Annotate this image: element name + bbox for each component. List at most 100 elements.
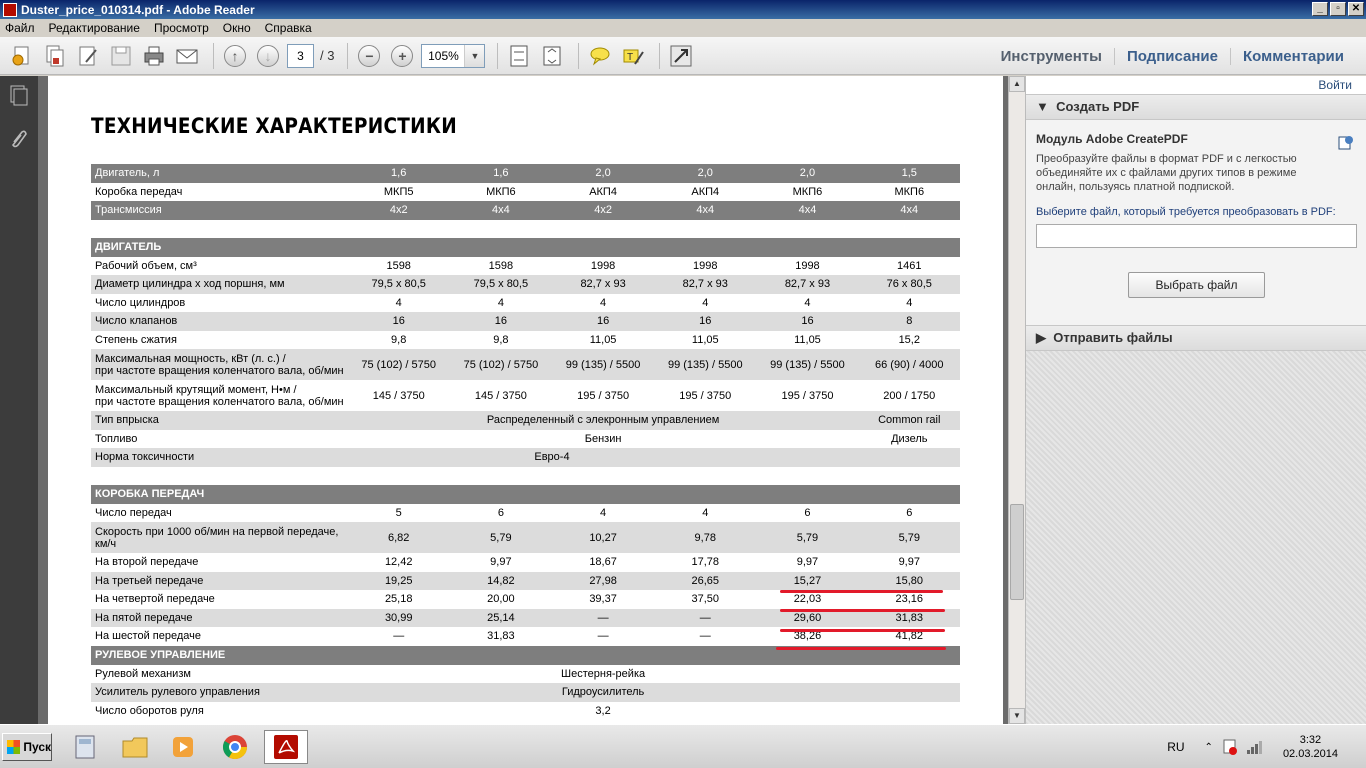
- zoom-select[interactable]: 105% ▼: [421, 43, 486, 68]
- tab-sign[interactable]: Подписание: [1113, 47, 1230, 65]
- save-button[interactable]: [107, 42, 135, 70]
- row-label-line: На шестой передаче: [95, 630, 202, 643]
- row-label: На третьей передаче: [91, 572, 348, 591]
- chrome-icon: [222, 735, 247, 760]
- expand-icon: [670, 45, 692, 66]
- table-cell: 16: [596, 315, 610, 328]
- scroll-thumb[interactable]: [1010, 504, 1024, 600]
- table-cell: 6: [497, 506, 504, 519]
- tools-panel: Войти ▼ Создать PDF Модуль Adobe CreateP…: [1025, 76, 1366, 724]
- table-cell: 4x2: [594, 204, 612, 217]
- file-input[interactable]: [1036, 224, 1357, 248]
- system-tray: RU ⌃ 3:32 02.03.2014: [1167, 725, 1366, 768]
- taskbar-calculator[interactable]: [68, 730, 102, 764]
- row-label: На второй передаче: [91, 553, 348, 572]
- menu-edit[interactable]: Редактирование: [49, 21, 140, 35]
- adobe-reader-icon: [3, 2, 17, 17]
- start-button[interactable]: Пуск: [2, 733, 52, 761]
- menu-file[interactable]: Файл: [5, 21, 35, 35]
- media-player-icon: [173, 737, 193, 757]
- taskbar-media-player[interactable]: [166, 730, 200, 764]
- page-number-input[interactable]: 3: [287, 43, 314, 68]
- table-cell: 4: [804, 296, 811, 309]
- scroll-up-arrow-icon[interactable]: ▲: [1009, 76, 1025, 92]
- action-center-icon[interactable]: [1221, 738, 1239, 756]
- network-signal-icon[interactable]: [1245, 738, 1263, 756]
- row-label: Норма токсичности: [95, 451, 195, 464]
- create-pdf-button[interactable]: [8, 42, 36, 70]
- edit-button[interactable]: [74, 42, 102, 70]
- send-files-section-header[interactable]: ▶ Отправить файлы: [1026, 325, 1366, 351]
- table-cell: 26,65: [691, 574, 720, 587]
- createpdf-info-icon[interactable]: [1338, 134, 1354, 150]
- table-cell: 9,8: [391, 333, 407, 346]
- tab-tools[interactable]: Инструменты: [989, 48, 1114, 65]
- table-row: Диаметр цилиндра х ход поршня, мм 79,5 x …: [91, 275, 960, 294]
- highlight-button[interactable]: T: [619, 42, 647, 70]
- row-label: Скорость при 1000 об/мин на первой перед…: [91, 522, 348, 553]
- table-cell: МКП5: [383, 185, 414, 198]
- table-row: Число передач 5 6 4 4 6 6: [91, 503, 960, 522]
- table-cell: 99 (135) / 5500: [667, 358, 743, 371]
- taskbar-chrome[interactable]: [218, 730, 252, 764]
- full-screen-button[interactable]: [667, 42, 695, 70]
- table-cell: 4: [600, 296, 607, 309]
- print-button[interactable]: [140, 42, 168, 70]
- row-label-line: Трансмиссия: [95, 204, 162, 217]
- vertical-scrollbar[interactable]: ▲ ▼: [1008, 76, 1025, 724]
- chevron-down-icon[interactable]: ▼: [464, 44, 485, 67]
- zoom-in-button[interactable]: +: [388, 42, 416, 70]
- table-cell: 145 / 3750: [474, 389, 527, 402]
- previous-page-button[interactable]: ↑: [221, 42, 249, 70]
- clock[interactable]: 3:32 02.03.2014: [1283, 733, 1338, 761]
- combine-files-button[interactable]: [41, 42, 69, 70]
- table-cell: 9,97: [796, 556, 819, 569]
- table-cell: 14,82: [487, 574, 515, 587]
- row-label: Топливо: [95, 432, 138, 445]
- table-row: На третьей передаче 19,25 14,82 27,98 26,65 1…: [91, 571, 960, 591]
- login-link[interactable]: Войти: [1318, 78, 1352, 92]
- taskbar-adobe-reader[interactable]: [264, 730, 308, 764]
- minimize-button[interactable]: _: [1312, 2, 1328, 16]
- table-cell: 16: [801, 315, 814, 328]
- menu-help[interactable]: Справка: [265, 21, 312, 35]
- zoom-out-button[interactable]: −: [355, 42, 383, 70]
- svg-text:T: T: [627, 52, 633, 63]
- paperclip-icon[interactable]: [8, 128, 30, 150]
- document-view[interactable]: ТЕХНИЧЕСКИЕ ХАРАКТЕРИСТИКИ Двигатель, л 1…: [38, 76, 1008, 724]
- language-indicator[interactable]: RU: [1167, 740, 1184, 754]
- maximize-button[interactable]: ▫: [1330, 2, 1346, 16]
- row-label: Рабочий объем, см³: [91, 257, 348, 276]
- pages-icon[interactable]: [8, 84, 30, 106]
- taskbar-explorer[interactable]: [118, 730, 152, 764]
- fit-width-button[interactable]: [538, 42, 566, 70]
- section-title: ДВИГАТЕЛЬ: [91, 237, 960, 257]
- table-cell: 37,50: [691, 593, 720, 606]
- menu-view[interactable]: Просмотр: [154, 21, 209, 35]
- next-page-button[interactable]: ↓: [254, 42, 282, 70]
- close-button[interactable]: ✕: [1348, 2, 1364, 16]
- table-cell: 31,83: [487, 630, 515, 643]
- module-title: Модуль Adobe CreatePDF: [1036, 132, 1188, 146]
- comment-button[interactable]: [586, 42, 614, 70]
- scroll-down-arrow-icon[interactable]: ▼: [1009, 708, 1025, 724]
- choose-file-button[interactable]: Выбрать файл: [1128, 272, 1265, 298]
- create-pdf-section-header[interactable]: ▼ Создать PDF: [1026, 94, 1366, 120]
- email-button[interactable]: [173, 42, 201, 70]
- table-row: Норма токсичности Евро-4: [91, 448, 960, 467]
- tab-comments[interactable]: Комментарии: [1229, 47, 1356, 65]
- table-cell: 20,00: [487, 593, 515, 606]
- table-cell: 145 / 3750: [372, 389, 425, 402]
- highlighter-icon: T: [623, 49, 645, 65]
- table-cell: Гидроусилитель: [561, 686, 645, 699]
- fit-page-button[interactable]: [505, 42, 533, 70]
- menu-window[interactable]: Окно: [223, 21, 251, 35]
- table-cell: 4: [497, 296, 504, 309]
- edit-icon: [79, 46, 97, 65]
- table-cell: МКП6: [894, 185, 925, 198]
- triangle-down-icon: ▼: [1036, 99, 1049, 114]
- table-cell: МКП6: [792, 185, 823, 198]
- row-label: На шестой передаче: [91, 627, 348, 646]
- show-hidden-icons-icon[interactable]: ⌃: [1205, 742, 1213, 753]
- row-label: Двигатель, л: [91, 164, 348, 183]
